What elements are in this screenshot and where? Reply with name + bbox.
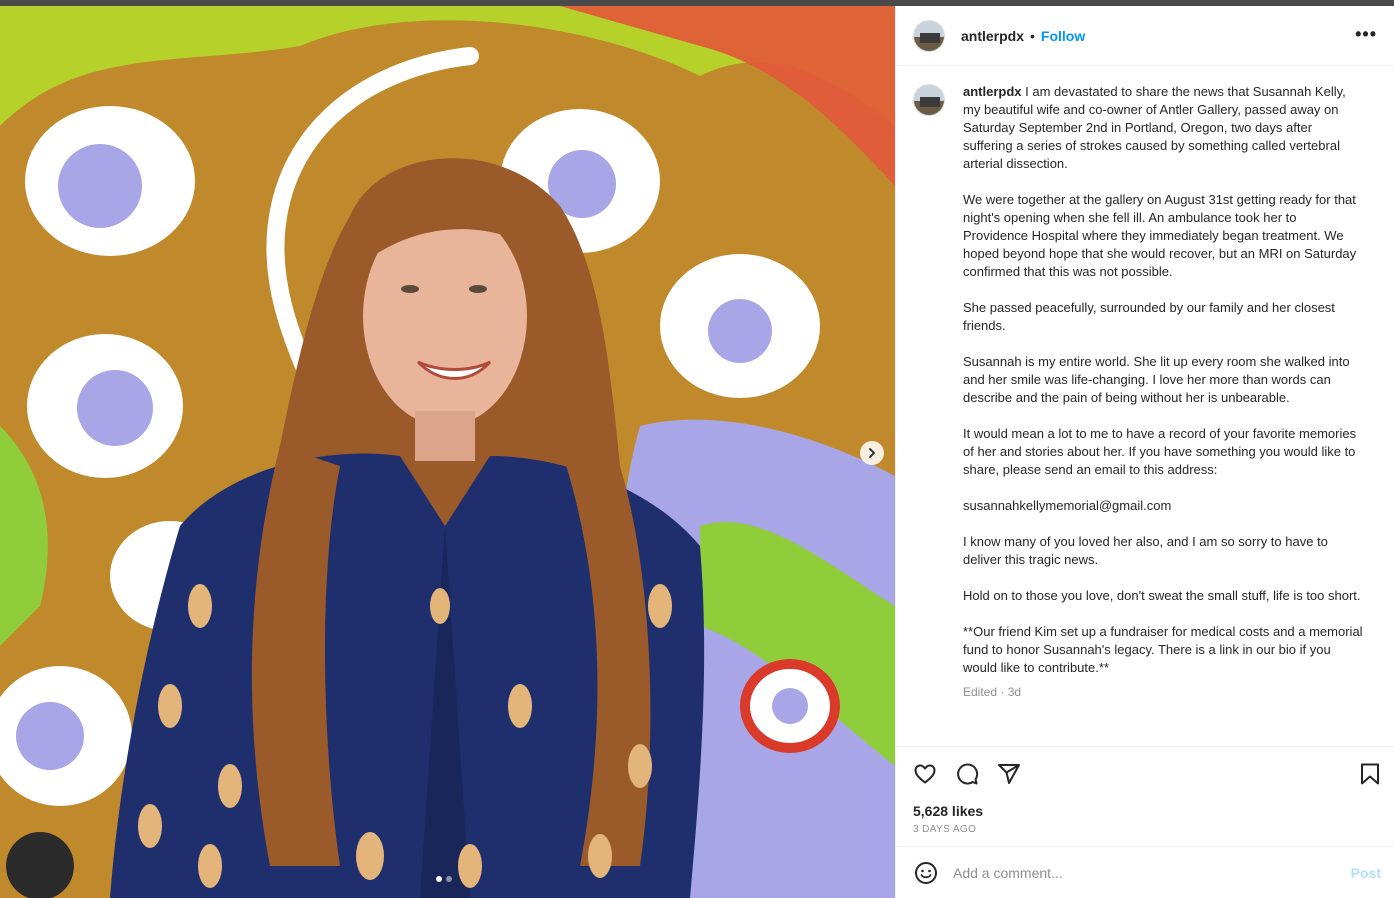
post-image[interactable] xyxy=(0,6,895,898)
post-comment-button[interactable]: Post xyxy=(1351,865,1381,881)
caption-scroll-area[interactable]: antlerpdx I am devastated to share the n… xyxy=(896,66,1394,746)
carousel-indicator xyxy=(436,876,452,882)
emoji-button[interactable] xyxy=(913,860,939,886)
caption-paragraph: I know many of you loved her also, and I… xyxy=(963,534,1328,567)
header-separator: • xyxy=(1030,27,1035,44)
carousel-next-button[interactable] xyxy=(860,441,884,465)
caption-paragraph: **Our friend Kim set up a fundraiser for… xyxy=(963,624,1363,675)
caption-paragraph: We were together at the gallery on Augus… xyxy=(963,192,1357,279)
carousel-dot xyxy=(446,876,452,882)
caption-avatar[interactable] xyxy=(913,84,945,116)
bookmark-icon xyxy=(1361,763,1379,785)
caption-paragraph: It would mean a lot to me to have a reco… xyxy=(963,426,1357,477)
share-button[interactable] xyxy=(996,761,1022,787)
more-options-icon[interactable]: ••• xyxy=(1355,24,1377,45)
likes-count[interactable]: 5,628 likes xyxy=(913,803,983,819)
carousel-dot xyxy=(436,876,442,882)
share-icon xyxy=(998,764,1020,784)
caption-paragraph: She passed peacefully, surrounded by our… xyxy=(963,300,1335,333)
caption-edited-time: Edited · 3d xyxy=(963,685,1022,699)
caption-paragraph: Susannah is my entire world. She lit up … xyxy=(963,354,1350,405)
avatar-image xyxy=(914,85,944,115)
post-actions: 5,628 likes 3 DAYS AGO xyxy=(896,746,1394,846)
heart-icon xyxy=(914,764,936,784)
save-button[interactable] xyxy=(1357,761,1383,787)
caption-username[interactable]: antlerpdx xyxy=(963,84,1022,99)
post-side-panel: antlerpdx • Follow ••• antlerpdx I am de… xyxy=(895,6,1394,898)
caption-paragraph: antlerpdx I am devastated to share the n… xyxy=(963,83,1363,173)
avatar-image xyxy=(914,20,944,51)
comment-bar: Post xyxy=(896,846,1394,898)
header-username[interactable]: antlerpdx xyxy=(961,28,1024,44)
mural-photo xyxy=(0,6,895,898)
caption-email: susannahkellymemorial@gmail.com xyxy=(963,498,1172,513)
caption-paragraph: Hold on to those you love, don't sweat t… xyxy=(963,588,1361,603)
post-caption: antlerpdx I am devastated to share the n… xyxy=(963,83,1363,701)
comment-button[interactable] xyxy=(954,761,980,787)
smiley-icon xyxy=(915,861,937,884)
comment-input[interactable] xyxy=(953,864,1333,881)
avatar[interactable] xyxy=(913,19,945,52)
like-button[interactable] xyxy=(912,761,938,787)
chevron-right-icon xyxy=(869,448,875,458)
comment-icon xyxy=(957,763,979,785)
follow-button[interactable]: Follow xyxy=(1041,28,1085,44)
post-header: antlerpdx • Follow ••• xyxy=(896,6,1394,66)
post-date[interactable]: 3 DAYS AGO xyxy=(913,824,976,835)
